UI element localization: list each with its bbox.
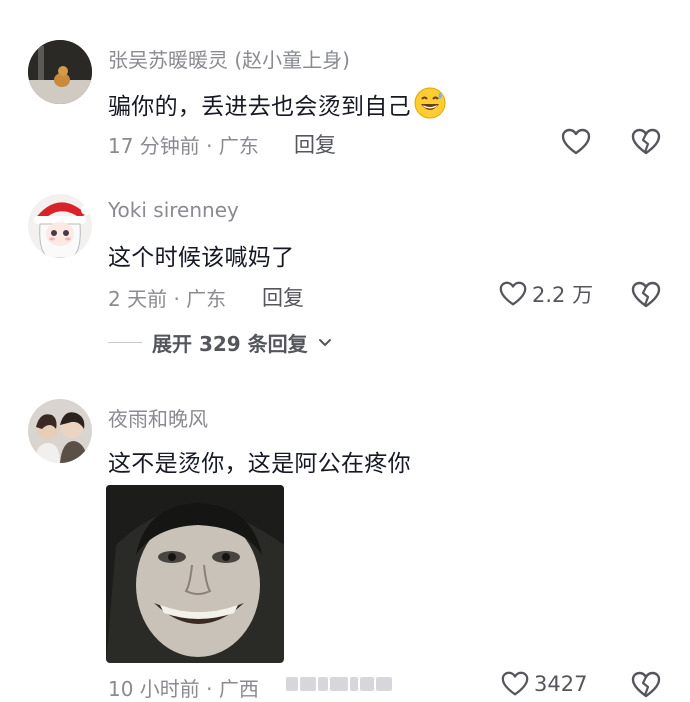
comment-time-location: 2 天前 · 广东 bbox=[108, 287, 227, 311]
blurred-reply-area bbox=[286, 673, 404, 695]
reply-button[interactable]: 回复 bbox=[262, 282, 304, 312]
expand-replies-label: 展开 329 条回复 bbox=[152, 332, 308, 356]
comment-text: 骗你的，丢进去也会烫到自己 bbox=[108, 86, 447, 121]
like-button[interactable] bbox=[560, 126, 592, 158]
comment-text: 这不是烫你，这是阿公在疼你 bbox=[108, 451, 411, 477]
heart-icon bbox=[499, 281, 527, 306]
like-button[interactable]: 2.2 万 bbox=[498, 279, 593, 309]
comment-image[interactable] bbox=[106, 485, 284, 663]
dislike-broken-heart-icon[interactable] bbox=[630, 126, 662, 158]
anime-girl-santa-hat-avatar-icon bbox=[28, 194, 92, 258]
like-button[interactable]: 3427 bbox=[500, 669, 587, 699]
cat-photo-avatar-icon bbox=[28, 40, 92, 104]
heart-icon bbox=[561, 128, 591, 155]
comment-username[interactable]: 夜雨和晚风 bbox=[108, 403, 208, 432]
comment-text-content: 骗你的，丢进去也会烫到自己 bbox=[108, 94, 411, 120]
avatar[interactable] bbox=[28, 40, 92, 104]
like-count: 3427 bbox=[534, 672, 588, 696]
expand-replies-button[interactable]: 展开 329 条回复 bbox=[108, 328, 332, 357]
dislike-broken-heart-icon[interactable] bbox=[630, 669, 662, 701]
dislike-broken-heart-icon[interactable] bbox=[630, 279, 662, 311]
comment-username[interactable]: 张吴苏暖暖灵 (赵小童上身) bbox=[108, 44, 350, 73]
avatar[interactable] bbox=[28, 194, 92, 258]
like-count: 2.2 万 bbox=[532, 283, 594, 307]
divider bbox=[108, 342, 142, 343]
chevron-down-icon bbox=[318, 338, 331, 346]
comment-time-location: 17 分钟前 · 广东 bbox=[108, 134, 259, 158]
smiling-man-meme-image-icon bbox=[106, 485, 284, 663]
comment-time-location: 10 小时前 · 广西 bbox=[108, 677, 259, 701]
grinning-sweat-emoji-icon bbox=[414, 87, 446, 119]
heart-icon bbox=[501, 671, 529, 696]
couple-photo-avatar-icon bbox=[28, 399, 92, 463]
avatar[interactable] bbox=[28, 399, 92, 463]
comment-username[interactable]: Yoki sirenney bbox=[108, 198, 239, 222]
comment-text: 这个时候该喊妈了 bbox=[108, 245, 295, 271]
reply-button[interactable]: 回复 bbox=[294, 129, 336, 159]
